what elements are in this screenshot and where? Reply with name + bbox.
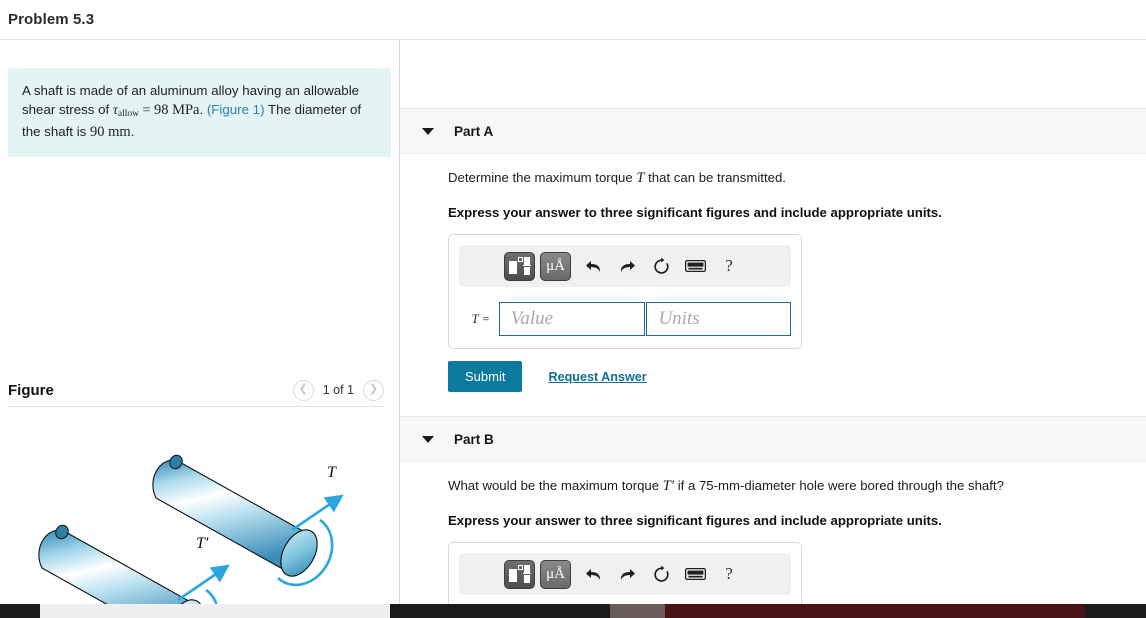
figure-counter: 1 of 1 <box>322 383 354 397</box>
part-b-header[interactable]: Part B <box>400 416 1146 462</box>
part-a-units-placeholder: Units <box>658 308 700 329</box>
units-icon-label: μÅ <box>546 257 565 274</box>
right-pane: Part A Determine the maximum torque T th… <box>400 40 1146 618</box>
part-b-instruction: Express your answer to three significant… <box>448 513 942 528</box>
chevron-right-icon[interactable]: ❯ <box>363 379 384 401</box>
taskbar-window-light[interactable] <box>40 604 390 618</box>
hollow-shaft <box>38 524 230 610</box>
figure-image[interactable]: T T′ <box>0 410 400 610</box>
solid-torque-label: T <box>327 464 337 481</box>
part-b-question-variable: T′ <box>662 478 675 494</box>
reset-icon[interactable] <box>644 251 678 281</box>
os-taskbar[interactable] <box>0 604 1146 618</box>
redo-icon[interactable] <box>610 559 644 589</box>
redo-icon[interactable] <box>610 251 644 281</box>
content-split: A shaft is made of an aluminum alloy hav… <box>0 40 1146 618</box>
caret-down-icon[interactable] <box>422 435 434 443</box>
part-b-toolbar: μÅ ? <box>459 553 791 595</box>
page-header: Problem 5.3 <box>0 0 1146 40</box>
math-template-icon[interactable] <box>504 559 535 589</box>
part-a-question-variable: T <box>636 170 645 186</box>
part-a-question-text: Determine the maximum torque <box>448 170 633 185</box>
micro-angstrom-units-icon[interactable]: μÅ <box>540 251 571 281</box>
part-a-header[interactable]: Part A <box>400 108 1146 154</box>
reset-icon[interactable] <box>644 559 678 589</box>
tau-subscript: allow <box>117 109 140 120</box>
keyboard-icon[interactable] <box>678 559 712 589</box>
help-icon-label: ? <box>725 564 733 583</box>
tau-allow-expression: τallow = 98 MPa <box>113 102 200 120</box>
part-b-body: What would be the maximum torque T′ if a… <box>400 462 1146 618</box>
micro-angstrom-units-icon[interactable]: μÅ <box>540 559 571 589</box>
part-b-question: What would be the maximum torque T′ if a… <box>448 478 1146 495</box>
keyboard-icon[interactable] <box>678 251 712 281</box>
part-a-instruction: Express your answer to three significant… <box>448 205 942 220</box>
problem-page: Problem 5.3 A shaft is made of an alumin… <box>0 0 1146 618</box>
help-icon[interactable]: ? <box>712 251 746 281</box>
diameter-value: 90 mm <box>90 124 131 141</box>
problem-statement: A shaft is made of an aluminum alloy hav… <box>8 68 391 158</box>
help-icon-label: ? <box>725 256 733 275</box>
part-a-answer-widget: μÅ ? T = Value Units <box>448 234 802 349</box>
period-1: . <box>199 102 204 118</box>
figure-1-link[interactable]: (Figure 1) <box>207 102 265 117</box>
part-a-units-input[interactable]: Units <box>646 302 791 336</box>
page-title: Problem 5.3 <box>8 11 95 28</box>
math-template-icon[interactable] <box>504 251 535 281</box>
caret-down-icon[interactable] <box>422 127 434 135</box>
help-icon[interactable]: ? <box>712 559 746 589</box>
hollow-torque-label: T′ <box>196 535 209 552</box>
taskbar-window-gray[interactable] <box>610 604 665 618</box>
submit-button[interactable]: Submit <box>448 361 523 392</box>
part-a-answer-row: T = Value Units <box>459 302 791 336</box>
request-answer-link[interactable]: Request Answer <box>548 370 646 384</box>
part-a-body: Determine the maximum torque T that can … <box>400 154 1146 392</box>
part-a-question-tail: that can be transmitted. <box>648 170 786 185</box>
part-a-variable-label: T = <box>471 311 490 326</box>
figure-navigation: ❮ 1 of 1 ❯ <box>292 379 384 401</box>
part-a-value-placeholder: Value <box>510 308 554 329</box>
undo-icon[interactable] <box>576 251 610 281</box>
part-a-question: Determine the maximum torque T that can … <box>448 170 1146 187</box>
solid-shaft <box>152 454 344 587</box>
part-b-label: Part B <box>454 431 494 447</box>
figure-title: Figure <box>8 381 54 399</box>
part-a-toolbar: μÅ ? <box>459 245 791 287</box>
left-pane: A shaft is made of an aluminum alloy hav… <box>0 40 400 610</box>
tau-value: 98 MPa <box>153 102 200 119</box>
period-2: . <box>130 124 135 140</box>
figure-divider <box>8 406 384 407</box>
part-a-value-input[interactable]: Value <box>498 302 646 336</box>
equals-sign: = <box>142 103 151 119</box>
part-a-label: Part A <box>454 123 494 139</box>
shaft-torsion-diagram: T T′ <box>38 454 344 610</box>
part-a-actions: Submit Request Answer <box>448 361 1146 392</box>
part-b-question-text: What would be the maximum torque <box>448 478 660 493</box>
units-icon-label: μÅ <box>546 565 565 582</box>
undo-icon[interactable] <box>576 559 610 589</box>
chevron-left-icon[interactable]: ❮ <box>292 379 314 401</box>
figure-header: Figure ❮ 1 of 1 ❯ <box>0 373 400 407</box>
taskbar-window-red[interactable] <box>665 604 1085 618</box>
part-b-question-tail: if a 75-mm-diameter hole were bored thro… <box>677 478 1004 493</box>
